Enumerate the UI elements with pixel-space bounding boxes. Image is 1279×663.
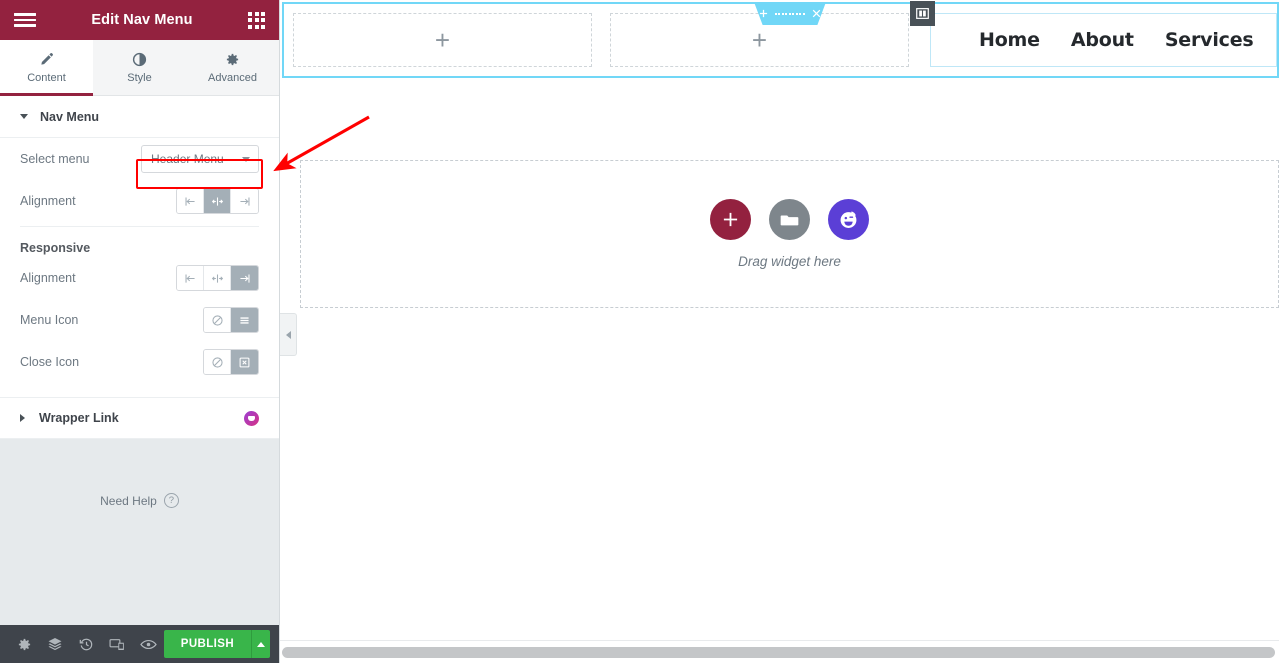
plus-icon[interactable]: + (752, 27, 767, 53)
responsive-alignment-label: Alignment (20, 271, 76, 285)
elementor-editor: Edit Nav Menu Content Style Advanced Nav… (0, 0, 1279, 663)
none-icon[interactable] (204, 308, 231, 332)
drop-area-label: Drag widget here (738, 254, 841, 269)
ai-face-icon (840, 211, 857, 228)
column-edit-icon (916, 8, 929, 19)
control-menu-icon: Menu Icon (20, 299, 259, 341)
contrast-circle-icon (132, 51, 147, 67)
history-icon[interactable] (71, 625, 102, 663)
editor-panel: Edit Nav Menu Content Style Advanced Nav… (0, 0, 280, 663)
hamburger-bars-icon[interactable] (231, 308, 258, 332)
section-toolbar (754, 2, 826, 25)
control-close-icon: Close Icon (20, 341, 259, 383)
panel-footer: PUBLISH (0, 625, 279, 663)
horizontal-scrollbar[interactable] (282, 647, 1275, 658)
need-help-label: Need Help (100, 493, 157, 508)
responsive-alignment-choice-group (176, 265, 259, 291)
close-icon-label: Close Icon (20, 355, 80, 369)
control-responsive-alignment: Alignment (20, 257, 259, 299)
panel-body: Nav Menu Select menu Header Menu Alignme… (0, 96, 279, 625)
apps-grid-icon[interactable] (248, 11, 265, 29)
column-empty-1[interactable]: + (293, 13, 592, 67)
chevron-down-icon (20, 114, 28, 119)
align-left-icon[interactable] (177, 189, 204, 213)
publish-options-caret-icon[interactable] (251, 630, 271, 658)
add-template-button[interactable] (769, 199, 810, 240)
drop-area-buttons (710, 199, 869, 240)
question-mark-icon[interactable]: ? (163, 493, 179, 508)
tab-advanced-label: Advanced (208, 72, 257, 84)
control-select-menu: Select menu Header Menu (20, 138, 259, 180)
nav-item-services[interactable]: Services (1165, 29, 1254, 51)
responsive-mode-icon[interactable] (102, 625, 133, 663)
responsive-group-label: Responsive (20, 241, 91, 255)
tab-advanced[interactable]: Advanced (186, 40, 279, 95)
menu-icon-label: Menu Icon (20, 313, 79, 327)
section-wrapper-link-title: Wrapper Link (39, 411, 119, 425)
menu-icon-choice-group (203, 307, 259, 333)
select-menu-label: Select menu (20, 152, 90, 166)
pencil-icon (39, 51, 54, 67)
align-right-icon[interactable] (231, 189, 258, 213)
column-edit-handle[interactable] (910, 1, 935, 26)
plus-icon[interactable]: + (435, 27, 450, 53)
section-nav-menu-title: Nav Menu (40, 109, 100, 124)
gear-icon[interactable] (9, 625, 40, 663)
folder-icon (780, 214, 799, 225)
alignment-label: Alignment (20, 194, 76, 208)
panel-title: Edit Nav Menu (91, 12, 193, 28)
plus-icon[interactable] (759, 9, 768, 18)
panel-header: Edit Nav Menu (0, 0, 279, 40)
column-nav-menu[interactable]: Home About Services (930, 13, 1277, 67)
nav-item-home[interactable]: Home (979, 29, 1040, 51)
select-menu-dropdown[interactable]: Header Menu (141, 145, 259, 173)
alignment-choice-group (176, 188, 259, 214)
panel-tabs: Content Style Advanced (0, 40, 279, 96)
tab-content-label: Content (27, 72, 66, 84)
close-x-icon[interactable] (812, 9, 821, 18)
hamburger-icon[interactable] (14, 13, 36, 27)
none-icon[interactable] (204, 350, 231, 374)
editor-canvas: + + Home About Services Drag widget here (280, 0, 1279, 663)
close-icon-choice-group (203, 349, 259, 375)
control-alignment: Alignment (20, 180, 259, 222)
plus-icon (723, 212, 738, 227)
select-menu-value: Header Menu (151, 152, 224, 166)
nav-item-about[interactable]: About (1071, 29, 1134, 51)
nav-menu-controls: Select menu Header Menu Alignment Respon… (0, 138, 279, 397)
section-nav-menu-header[interactable]: Nav Menu (0, 96, 279, 138)
column-empty-2[interactable]: + (610, 13, 909, 67)
gear-icon (225, 51, 240, 67)
preview-eye-icon[interactable] (133, 625, 164, 663)
close-box-icon[interactable] (231, 350, 258, 374)
ai-button[interactable] (828, 199, 869, 240)
align-right-icon[interactable] (231, 266, 258, 290)
drag-dots-icon[interactable] (774, 12, 805, 15)
tab-content[interactable]: Content (0, 40, 93, 96)
need-help[interactable]: Need Help ? (0, 439, 279, 508)
layers-icon[interactable] (40, 625, 71, 663)
add-widget-button[interactable] (710, 199, 751, 240)
publish-button[interactable]: PUBLISH (163, 630, 252, 658)
align-left-icon[interactable] (177, 266, 204, 290)
tab-style-label: Style (127, 72, 152, 84)
collapse-panel-button[interactable] (280, 313, 297, 356)
align-center-icon[interactable] (204, 266, 231, 290)
align-center-icon[interactable] (204, 189, 231, 213)
section-wrapper-link-header[interactable]: Wrapper Link (0, 397, 279, 439)
tab-style[interactable]: Style (93, 40, 186, 95)
chevron-right-icon (20, 414, 25, 422)
elementor-pro-badge-icon (244, 410, 259, 426)
nav-menu-widget: Home About Services (979, 29, 1254, 51)
canvas-bottom-divider (280, 640, 1279, 641)
chevron-down-icon (242, 157, 250, 162)
widget-drop-area[interactable]: Drag widget here (300, 160, 1279, 308)
publish-group: PUBLISH (163, 630, 271, 658)
